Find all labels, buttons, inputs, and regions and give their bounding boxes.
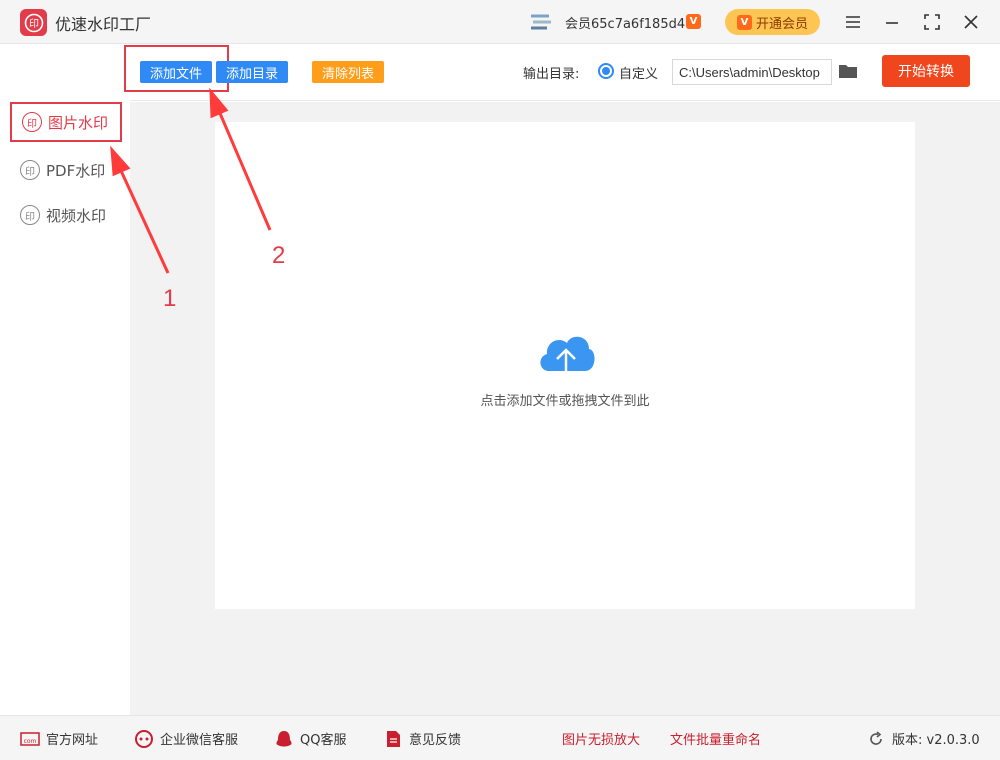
close-icon	[964, 15, 978, 29]
sidebar-item-label: 视频水印	[46, 206, 107, 225]
version-info[interactable]: 版本: v2.0.3.0	[866, 729, 980, 748]
main-area: 点击添加文件或拖拽文件到此	[130, 102, 1000, 715]
cloud-upload-icon	[540, 336, 595, 377]
sidebar-item-label: 图片水印	[48, 113, 109, 132]
close-button[interactable]	[959, 10, 983, 34]
output-dir-label: 输出目录:	[523, 67, 580, 82]
menu-icon	[846, 16, 860, 28]
refresh-icon	[866, 730, 886, 748]
open-vip-button[interactable]: V 开通会员	[725, 9, 820, 35]
drop-hint-text: 点击添加文件或拖拽文件到此	[480, 394, 650, 409]
start-convert-button[interactable]: 开始转换	[882, 55, 970, 87]
clear-list-button[interactable]: 清除列表	[312, 61, 384, 83]
vip-badge-icon: V	[686, 14, 701, 29]
annotation-number-2: 2	[272, 242, 286, 269]
folder-icon[interactable]	[838, 63, 858, 79]
maximize-button[interactable]	[920, 10, 944, 34]
image-lossless-enlarge-link[interactable]: 图片无损放大	[562, 729, 640, 748]
member-id: 会员65c7a6f185d4	[565, 17, 686, 32]
sidebar: 印 图片水印 印 PDF水印 印 视频水印	[0, 45, 130, 715]
brand-s-icon	[531, 14, 551, 30]
annotation-number-1: 1	[163, 285, 177, 312]
app-title: 优速水印工厂	[55, 15, 152, 34]
batch-rename-link[interactable]: 文件批量重命名	[670, 729, 761, 748]
sidebar-item-pdf-watermark[interactable]: 印 PDF水印	[10, 150, 122, 190]
feedback-link[interactable]: 意见反馈	[383, 729, 461, 748]
official-website-link[interactable]: com 官方网址	[20, 729, 98, 748]
toolbar: 添加文件 添加目录 清除列表 输出目录: 自定义 开始转换	[124, 45, 1000, 101]
add-file-button[interactable]: 添加文件	[140, 61, 212, 83]
add-directory-button[interactable]: 添加目录	[216, 61, 288, 83]
maximize-icon	[924, 14, 940, 30]
sidebar-item-label: PDF水印	[46, 161, 106, 180]
output-path-input[interactable]	[672, 59, 832, 85]
menu-button[interactable]	[841, 10, 865, 34]
file-drop-zone[interactable]: 点击添加文件或拖拽文件到此	[215, 122, 915, 609]
custom-dir-radio[interactable]	[598, 63, 614, 79]
wechat-support-link[interactable]: 企业微信客服	[134, 729, 238, 748]
feedback-icon	[383, 730, 403, 748]
title-bar: 印 优速水印工厂 会员65c7a6f185d4 V V 开通会员	[0, 0, 1000, 44]
seal-icon: 印	[20, 160, 40, 180]
app-logo-icon: 印	[20, 9, 47, 36]
wechat-icon	[134, 729, 154, 748]
custom-dir-label: 自定义	[619, 67, 659, 82]
footer-bar: com 官方网址 企业微信客服 QQ客服 意见反馈 图片无损放大 文件批量重命名…	[0, 715, 1000, 760]
seal-icon: 印	[20, 205, 40, 225]
sidebar-item-video-watermark[interactable]: 印 视频水印	[10, 195, 122, 235]
minimize-icon	[886, 22, 898, 24]
qq-icon	[274, 730, 294, 748]
website-icon: com	[20, 730, 40, 748]
svg-text:印: 印	[29, 18, 39, 30]
open-vip-label: 开通会员	[755, 16, 808, 32]
sidebar-item-image-watermark[interactable]: 印 图片水印	[10, 102, 122, 142]
vip-icon: V	[736, 14, 752, 30]
qq-support-link[interactable]: QQ客服	[274, 729, 346, 748]
minimize-button[interactable]	[880, 10, 904, 34]
seal-icon: 印	[22, 112, 42, 132]
svg-text:com: com	[24, 738, 37, 745]
